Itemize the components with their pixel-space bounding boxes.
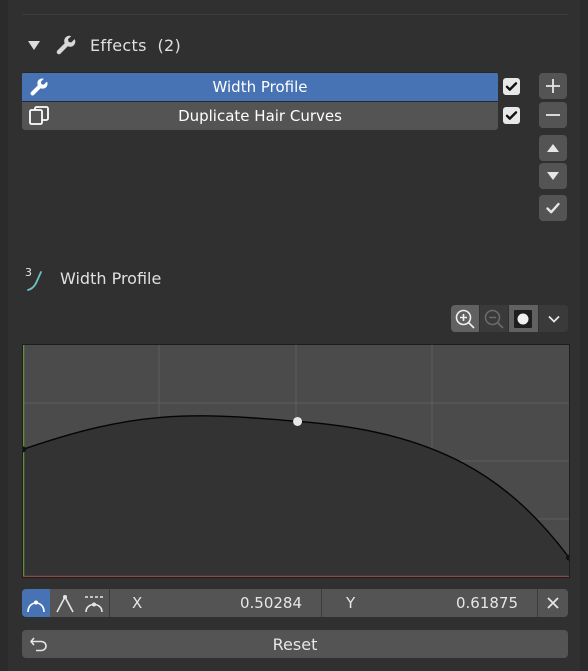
clip-toggle-icon <box>514 310 532 328</box>
auto-clamped-handle-icon <box>85 596 103 613</box>
checkmark-icon <box>505 82 518 91</box>
remove-effect-button[interactable] <box>539 102 567 128</box>
auto-handle-icon <box>27 600 45 613</box>
curve-point-controls: X 0.50284 Y 0.61875 <box>22 589 568 617</box>
curve-menu-dropdown[interactable] <box>539 305 568 332</box>
effects-list: Width Profile Duplicate Hair Curves <box>22 72 498 130</box>
apply-checkmark-icon <box>546 202 560 214</box>
auto-handle-button[interactable] <box>22 589 50 617</box>
apply-effect-button[interactable] <box>539 195 567 221</box>
curve-graph[interactable] <box>22 344 570 578</box>
zoom-out-button[interactable] <box>480 305 508 332</box>
x-field-label: X <box>132 594 143 612</box>
vector-handle-button[interactable] <box>51 589 79 617</box>
duplicate-icon <box>29 106 49 125</box>
chevron-down-icon <box>548 315 560 323</box>
checkmark-icon <box>505 111 518 120</box>
delete-point-button[interactable] <box>538 589 568 617</box>
curve-canvas[interactable] <box>23 345 569 577</box>
divider <box>321 589 322 617</box>
curve-fill <box>23 415 569 577</box>
effects-panel-header[interactable]: Effects (2) <box>28 32 181 58</box>
width-profile-title: Width Profile <box>60 268 162 288</box>
zoom-in-button[interactable] <box>451 305 479 332</box>
list-item-width-profile[interactable]: Width Profile <box>22 73 498 101</box>
list-item-duplicate-hair-curves[interactable]: Duplicate Hair Curves <box>22 102 498 130</box>
zoom-out-icon <box>484 309 504 329</box>
vector-handle-icon <box>56 595 74 613</box>
curve-view-toolbar <box>451 305 568 332</box>
move-down-icon <box>547 172 559 180</box>
width-profile-icon: 3 <box>25 266 42 291</box>
add-icon <box>546 79 560 93</box>
remove-icon <box>546 114 560 116</box>
width-profile-header: 3 Width Profile <box>22 264 161 292</box>
list-item-label: Duplicate Hair Curves <box>178 107 342 125</box>
collapse-triangle-icon[interactable] <box>28 40 40 50</box>
zoom-in-icon <box>455 309 475 329</box>
move-up-icon <box>547 144 559 152</box>
list-item-label: Width Profile <box>212 78 308 96</box>
divider <box>22 14 568 15</box>
reset-button[interactable]: Reset <box>22 630 568 658</box>
effects-count: (2) <box>157 35 182 55</box>
divider <box>109 589 110 617</box>
move-down-button[interactable] <box>539 163 567 189</box>
close-icon <box>547 597 559 609</box>
reset-label: Reset <box>272 635 318 654</box>
enable-checkbox-duplicate-hair-curves[interactable] <box>503 107 520 124</box>
move-up-button[interactable] <box>539 135 567 161</box>
wrench-icon <box>56 35 76 55</box>
add-effect-button[interactable] <box>539 73 567 99</box>
x-value-field[interactable]: 0.50284 <box>212 589 302 617</box>
wrench-icon <box>30 78 48 96</box>
clip-toggle-button[interactable] <box>509 305 538 332</box>
effects-title: Effects <box>90 35 147 55</box>
width-profile-badge: 3 <box>25 266 32 279</box>
enable-checkbox-width-profile[interactable] <box>503 78 520 95</box>
curve-point-selected[interactable] <box>293 416 303 426</box>
y-value-field[interactable]: 0.61875 <box>422 589 518 617</box>
auto-clamped-handle-button[interactable] <box>80 589 108 617</box>
y-field-label: Y <box>346 594 356 612</box>
